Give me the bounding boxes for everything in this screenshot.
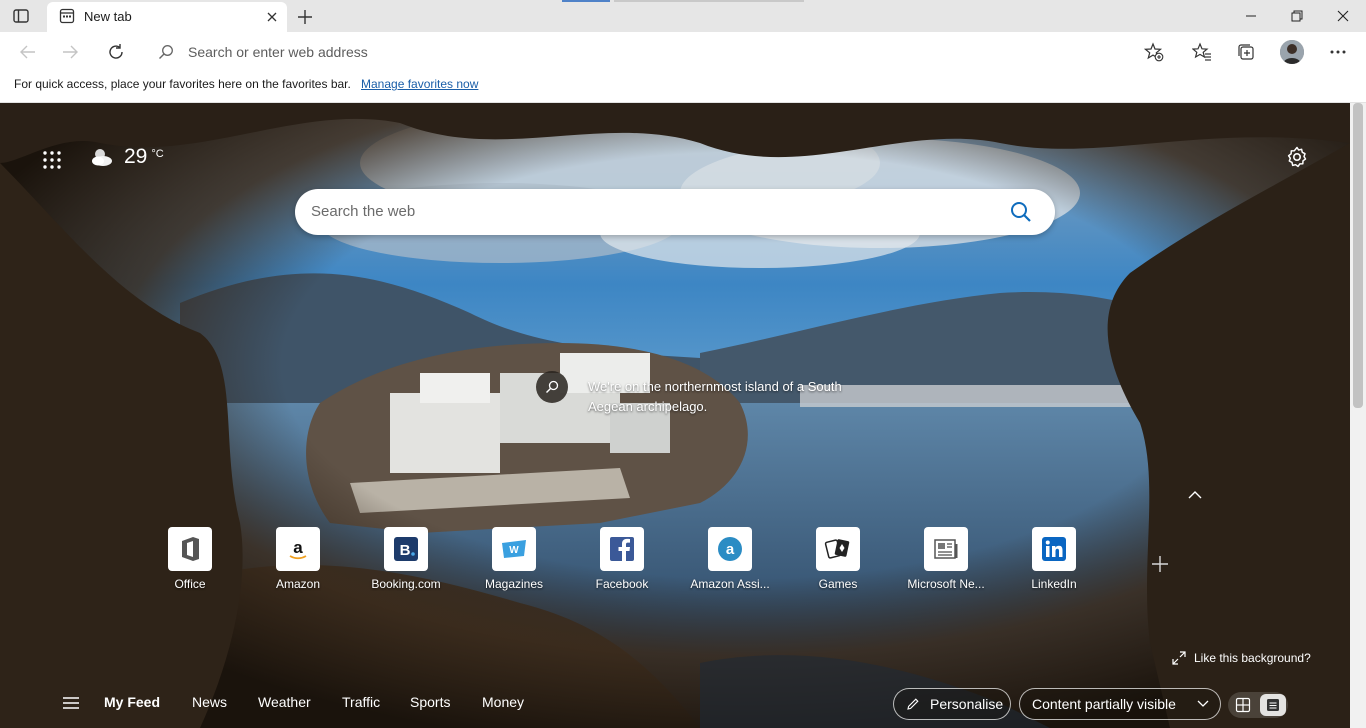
address-bar[interactable]: Search or enter web address <box>146 36 1186 68</box>
booking-icon: B <box>384 527 428 571</box>
weather-widget[interactable]: 29 °C <box>90 145 164 169</box>
svg-text:a: a <box>293 538 303 557</box>
like-background-text: Like this background? <box>1194 651 1311 665</box>
minimize-window-icon[interactable] <box>1228 0 1274 32</box>
tab-actions-icon[interactable] <box>12 7 30 25</box>
web-search-box[interactable]: Search the web <box>295 189 1055 235</box>
background-search-hotspot-icon[interactable] <box>536 371 568 403</box>
weather-temperature: 29 <box>124 145 148 168</box>
office-icon <box>168 527 212 571</box>
tab-strip: New tab <box>0 0 1366 32</box>
svg-text:W: W <box>509 545 519 556</box>
restore-window-icon[interactable] <box>1274 0 1320 32</box>
browser-toolbar: Search or enter web address <box>0 32 1366 72</box>
feed-navigation-bar: My Feed News Weather Traffic Sports Mone… <box>0 678 1350 728</box>
chevron-up-icon[interactable] <box>1186 488 1204 502</box>
favorites-bar: For quick access, place your favorites h… <box>0 72 1366 103</box>
tabstrip-accent <box>562 0 610 2</box>
quick-link-booking[interactable]: B Booking.com <box>352 527 460 591</box>
grid-layout-icon[interactable] <box>1228 692 1258 718</box>
svg-text:B: B <box>400 542 411 559</box>
tabstrip-accent-secondary <box>614 0 804 2</box>
add-favorite-icon[interactable] <box>1142 40 1166 64</box>
quick-link-magazines[interactable]: W Magazines <box>460 527 568 591</box>
quick-link-label: Amazon <box>275 577 321 591</box>
quick-link-label: Microsoft Ne... <box>907 577 985 591</box>
personalise-button[interactable]: Personalise <box>893 688 1011 720</box>
address-search-icon <box>158 44 174 60</box>
feed-tab-weather[interactable]: Weather <box>258 694 311 710</box>
amazon-assistant-icon: a <box>708 527 752 571</box>
pencil-icon <box>907 698 919 710</box>
tab-new-tab[interactable]: New tab <box>47 2 287 32</box>
quick-link-facebook[interactable]: Facebook <box>568 527 676 591</box>
list-layout-icon[interactable] <box>1260 694 1286 716</box>
new-tab-plus-icon[interactable] <box>294 6 316 28</box>
manage-favorites-link[interactable]: Manage favorites now <box>361 77 478 91</box>
feed-tab-my-feed[interactable]: My Feed <box>104 694 160 710</box>
quick-link-label: Booking.com <box>371 577 441 591</box>
web-search-placeholder: Search the web <box>311 203 416 220</box>
chevron-down-icon <box>1197 700 1209 707</box>
address-placeholder: Search or enter web address <box>188 44 368 60</box>
like-background-link[interactable]: Like this background? <box>1172 651 1311 665</box>
weather-unit: °C <box>151 148 164 160</box>
partly-cloudy-icon <box>92 149 112 166</box>
amazon-icon: a <box>276 527 320 571</box>
collections-icon[interactable] <box>1234 40 1258 64</box>
close-window-icon[interactable] <box>1320 0 1366 32</box>
feed-tab-sports[interactable]: Sports <box>410 694 450 710</box>
profile-avatar[interactable] <box>1280 40 1304 64</box>
feed-tab-money[interactable]: Money <box>482 694 524 710</box>
quick-link-microsoft-news[interactable]: Microsoft Ne... <box>892 527 1000 591</box>
quick-link-games[interactable]: Games <box>784 527 892 591</box>
svg-text:a: a <box>726 541 735 558</box>
refresh-icon[interactable] <box>102 38 130 66</box>
quick-link-label: Amazon Assi... <box>690 577 770 591</box>
web-search-icon[interactable] <box>1009 200 1033 224</box>
app-launcher-icon[interactable] <box>40 148 64 172</box>
feed-tab-news[interactable]: News <box>192 694 227 710</box>
magazines-icon: W <box>492 527 536 571</box>
add-site-plus-icon[interactable] <box>1146 550 1174 578</box>
layout-toggle <box>1228 692 1288 718</box>
quick-link-label: Facebook <box>595 577 649 591</box>
favorites-icon[interactable] <box>1190 40 1214 64</box>
page-scrollbar[interactable] <box>1350 103 1366 728</box>
back-arrow-icon[interactable] <box>14 38 42 66</box>
quick-links: Office a Amazon B Booking.com W Magazine… <box>136 527 1136 597</box>
facebook-icon <box>600 527 644 571</box>
feed-tab-traffic[interactable]: Traffic <box>342 694 380 710</box>
content-visibility-dropdown[interactable]: Content partially visible <box>1019 688 1221 720</box>
expand-icon <box>1172 651 1186 665</box>
content-visibility-label: Content partially visible <box>1032 696 1176 712</box>
linkedin-icon <box>1032 527 1076 571</box>
scrollbar-thumb[interactable] <box>1353 103 1363 408</box>
quick-link-label: Office <box>174 577 206 591</box>
games-icon <box>816 527 860 571</box>
microsoft-news-icon <box>924 527 968 571</box>
quick-link-amazon-assistant[interactable]: a Amazon Assi... <box>676 527 784 591</box>
quick-link-linkedin[interactable]: LinkedIn <box>1000 527 1108 591</box>
quick-link-label: Magazines <box>484 577 544 591</box>
favorites-bar-message: For quick access, place your favorites h… <box>14 77 351 91</box>
quick-link-label: Games <box>818 577 858 591</box>
close-tab-icon[interactable] <box>263 8 281 26</box>
feed-menu-icon[interactable] <box>62 696 80 710</box>
quick-link-label: LinkedIn <box>1031 577 1077 591</box>
page-settings-gear-icon[interactable] <box>1285 145 1309 169</box>
new-tab-favicon-icon <box>59 8 75 24</box>
personalise-label: Personalise <box>930 696 1004 712</box>
tab-title: New tab <box>84 9 132 24</box>
new-tab-page: 29 °C Search the web We're on the northe… <box>0 103 1350 728</box>
quick-link-amazon[interactable]: a Amazon <box>244 527 352 591</box>
background-caption[interactable]: We're on the northernmost island of a So… <box>588 377 848 417</box>
forward-arrow-icon[interactable] <box>56 38 84 66</box>
quick-link-office[interactable]: Office <box>136 527 244 591</box>
more-options-icon[interactable] <box>1326 40 1350 64</box>
